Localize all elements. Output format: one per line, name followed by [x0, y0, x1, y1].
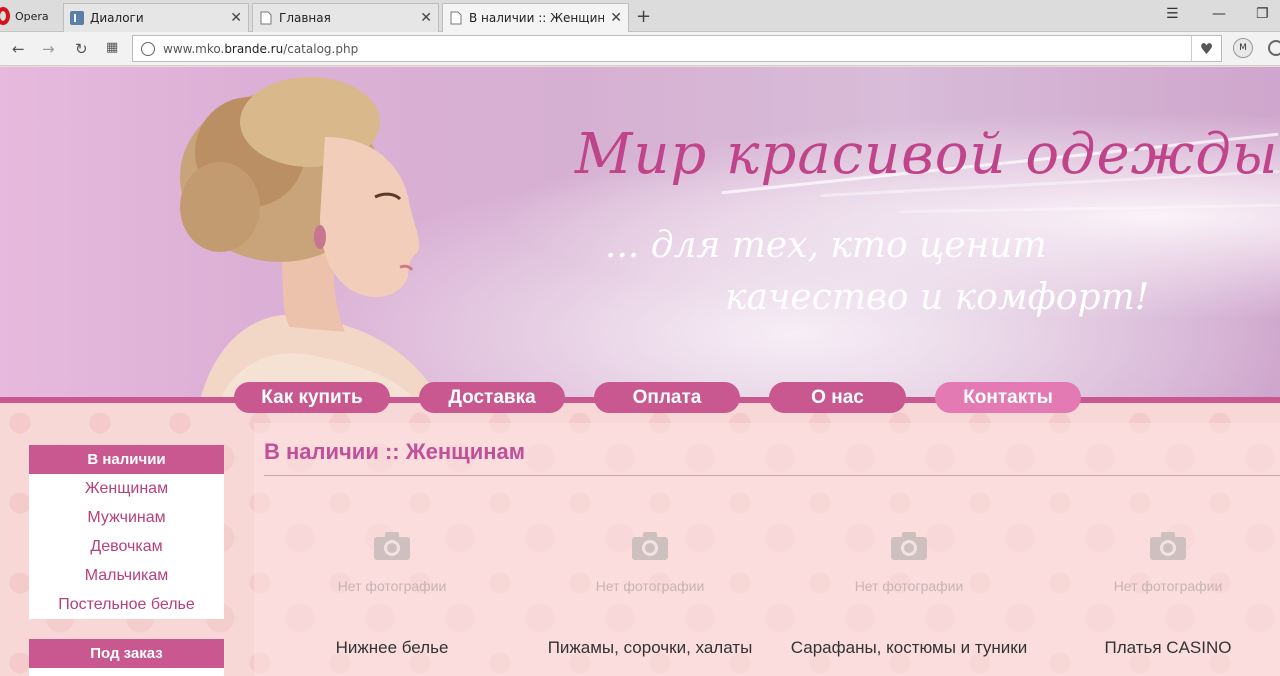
menu-how-to-buy[interactable]: Как купить: [234, 382, 390, 413]
page-favicon-icon: [259, 11, 273, 25]
url-field[interactable]: www.mko.brande.ru/catalog.php ♥: [132, 35, 1222, 62]
no-photo-label: Нет фотографии: [595, 578, 705, 594]
close-icon[interactable]: ✕: [610, 10, 622, 26]
opera-label: Opera: [15, 9, 49, 23]
browser-tab-strip: Opera Диалоги ✕ Главная ✕ В наличии :: Ж…: [0, 0, 1280, 32]
vk-favicon-icon: [70, 11, 84, 25]
sidebar-item-girls[interactable]: Девочкам: [29, 532, 224, 561]
no-photo-label: Нет фотографии: [854, 578, 964, 594]
category-card[interactable]: Нет фотографии Сарафаны, костюмы и туник…: [779, 531, 1039, 660]
site-info-icon[interactable]: [141, 41, 155, 56]
menu-about[interactable]: О нас: [769, 382, 906, 413]
camera-icon: [1149, 531, 1187, 561]
slogan-line-3: качество и комфорт!: [725, 277, 1150, 318]
category-card[interactable]: Нет фотографии Пижамы, сорочки, халаты: [520, 531, 780, 660]
category-name[interactable]: Сарафаны, костюмы и туники: [779, 636, 1039, 660]
tab-home[interactable]: Главная ✕: [252, 3, 439, 32]
catalog-content: В наличии :: Женщинам Нет фотографии Ниж…: [254, 423, 1280, 676]
camera-icon: [373, 531, 411, 561]
camera-icon: [890, 531, 928, 561]
model-photo: [180, 77, 440, 400]
site-banner: Мир красивой одежды... ... для тех, кто …: [0, 67, 1280, 400]
new-tab-plus-icon[interactable]: +: [636, 6, 651, 27]
sidebar-item-men[interactable]: Мужчинам: [29, 503, 224, 532]
camera-icon: [631, 531, 669, 561]
sidebar-to-order: Под заказ: [29, 639, 224, 676]
category-name[interactable]: Пижамы, сорочки, халаты: [520, 636, 780, 660]
web-page: Мир красивой одежды... ... для тех, кто …: [0, 67, 1280, 676]
slogan-main: Мир красивой одежды...: [575, 122, 1280, 187]
close-icon[interactable]: ✕: [230, 10, 242, 26]
back-arrow-icon[interactable]: ←: [12, 40, 25, 58]
url-text: www.mko.brande.ru/catalog.php: [163, 41, 359, 56]
no-photo-label: Нет фотографии: [337, 578, 447, 594]
forward-arrow-icon[interactable]: →: [42, 40, 55, 58]
category-card[interactable]: Нет фотографии Нижнее белье: [262, 531, 522, 660]
reload-icon[interactable]: ↻: [75, 40, 88, 58]
tab-title: Главная: [279, 11, 331, 25]
light-streak: [900, 203, 1280, 214]
speed-dial-grid-icon[interactable]: ▦: [106, 40, 118, 55]
tab-dialogs[interactable]: Диалоги ✕: [63, 3, 249, 32]
page-favicon-icon: [449, 11, 463, 25]
heart-icon[interactable]: ♥: [1191, 36, 1221, 61]
sidebar-item-boys[interactable]: Мальчикам: [29, 561, 224, 590]
sidebar-item-bedding[interactable]: Постельное белье: [29, 590, 224, 619]
no-photo-label: Нет фотографии: [1113, 578, 1223, 594]
category-card[interactable]: Нет фотографии Платья CASINO: [1038, 531, 1280, 660]
sidebar-item-women[interactable]: Женщинам: [29, 474, 224, 503]
tab-catalog[interactable]: В наличии :: Женщинам ✕: [442, 3, 629, 32]
vpn-icon[interactable]: [1268, 40, 1280, 56]
address-bar: ← → ↻ ▦ www.mko.brande.ru/catalog.php ♥ …: [0, 32, 1280, 66]
close-icon[interactable]: ✕: [420, 10, 432, 26]
sidebar-in-stock: В наличии Женщинам Мужчинам Девочкам Мал…: [29, 445, 224, 619]
menu-contacts[interactable]: Контакты: [935, 382, 1081, 413]
restore-icon[interactable]: ❐: [1256, 6, 1269, 22]
minimize-icon[interactable]: —: [1212, 6, 1226, 22]
opera-logo-icon: [0, 7, 10, 25]
menu-delivery[interactable]: Доставка: [419, 382, 565, 413]
opera-menu-button[interactable]: Opera: [0, 0, 60, 32]
sidebar-heading[interactable]: Под заказ: [29, 639, 224, 668]
menu-payment[interactable]: Оплата: [594, 382, 740, 413]
page-title: В наличии :: Женщинам: [264, 439, 526, 464]
category-name[interactable]: Платья CASINO: [1038, 636, 1280, 660]
tab-title: Диалоги: [90, 11, 144, 25]
slogan-line-2: ... для тех, кто ценит: [605, 225, 1047, 266]
sidebar-heading: В наличии: [29, 445, 224, 474]
tab-menu-icon[interactable]: ☰: [1166, 6, 1179, 22]
category-name[interactable]: Нижнее белье: [262, 636, 522, 660]
title-divider: [264, 475, 1280, 476]
tab-title: В наличии :: Женщинам: [469, 11, 605, 25]
extension-icon[interactable]: M: [1233, 38, 1253, 58]
